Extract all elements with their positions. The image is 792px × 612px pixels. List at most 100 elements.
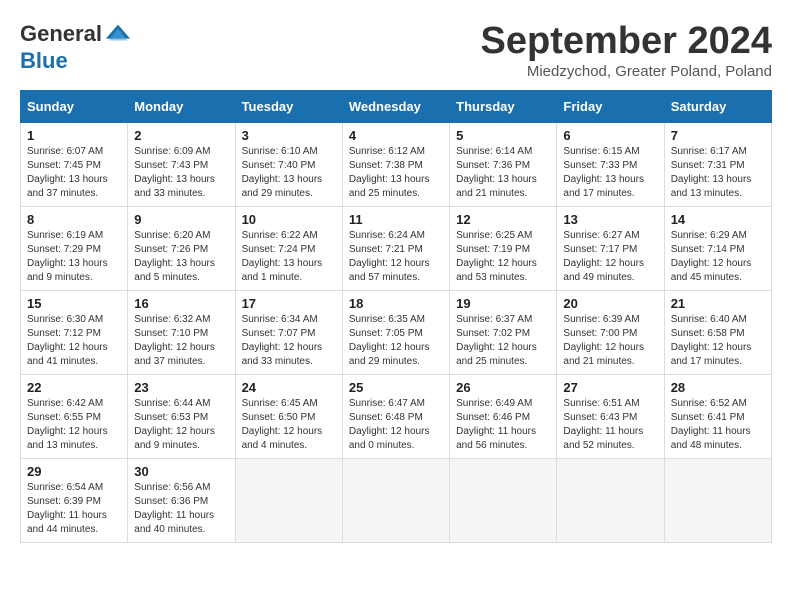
- logo-blue-text: Blue: [20, 48, 68, 73]
- calendar-day-8: 8Sunrise: 6:19 AM Sunset: 7:29 PM Daylig…: [21, 207, 128, 291]
- day-info: Sunrise: 6:12 AM Sunset: 7:38 PM Dayligh…: [349, 145, 443, 201]
- page-header: General Blue September 2024 Miedzychod, …: [20, 20, 772, 80]
- weekday-header-row: SundayMondayTuesdayWednesdayThursdayFrid…: [21, 91, 772, 123]
- calendar-day-26: 26 Sunrise: 6:49 AM Sunset: 6:46 PM Dayli…: [450, 375, 557, 459]
- calendar-week-4: 22 Sunrise: 6:42 AM Sunset: 6:55 PM Dayli…: [21, 375, 772, 459]
- day-number: 2: [134, 128, 228, 143]
- calendar-day-7: 7 Sunrise: 6:17 AM Sunset: 7:31 PM Daylig…: [664, 123, 771, 207]
- day-info: Sunrise: 6:34 AM Sunset: 7:07 PM Dayligh…: [242, 313, 336, 369]
- day-info: Sunrise: 6:25 AM Sunset: 7:19 PM Dayligh…: [456, 229, 550, 285]
- calendar-day-4: 4Sunrise: 6:12 AM Sunset: 7:38 PM Daylig…: [342, 123, 449, 207]
- day-number: 18: [349, 296, 443, 311]
- day-info: Sunrise: 6:10 AM Sunset: 7:40 PM Dayligh…: [242, 145, 336, 201]
- empty-cell: [342, 459, 449, 543]
- calendar-day-17: 17 Sunrise: 6:34 AM Sunset: 7:07 PM Dayli…: [235, 291, 342, 375]
- day-info: Sunrise: 6:44 AM Sunset: 6:53 PM Dayligh…: [134, 397, 228, 453]
- calendar-day-18: 18 Sunrise: 6:35 AM Sunset: 7:05 PM Dayli…: [342, 291, 449, 375]
- day-info: Sunrise: 6:51 AM Sunset: 6:43 PM Dayligh…: [563, 397, 657, 453]
- day-number: 16: [134, 296, 228, 311]
- calendar-week-2: 8Sunrise: 6:19 AM Sunset: 7:29 PM Daylig…: [21, 207, 772, 291]
- calendar-day-29: 29 Sunrise: 6:54 AM Sunset: 6:39 PM Dayli…: [21, 459, 128, 543]
- day-number: 7: [671, 128, 765, 143]
- day-number: 29: [27, 464, 121, 479]
- day-info: Sunrise: 6:45 AM Sunset: 6:50 PM Dayligh…: [242, 397, 336, 453]
- day-info: Sunrise: 6:19 AM Sunset: 7:29 PM Dayligh…: [27, 229, 121, 285]
- day-number: 26: [456, 380, 550, 395]
- calendar-day-13: 13Sunrise: 6:27 AM Sunset: 7:17 PM Dayli…: [557, 207, 664, 291]
- weekday-header-sunday: Sunday: [21, 91, 128, 123]
- day-info: Sunrise: 6:32 AM Sunset: 7:10 PM Dayligh…: [134, 313, 228, 369]
- day-number: 14: [671, 212, 765, 227]
- day-info: Sunrise: 6:39 AM Sunset: 7:00 PM Dayligh…: [563, 313, 657, 369]
- calendar-day-11: 11Sunrise: 6:24 AM Sunset: 7:21 PM Dayli…: [342, 207, 449, 291]
- day-number: 19: [456, 296, 550, 311]
- day-number: 12: [456, 212, 550, 227]
- day-info: Sunrise: 6:35 AM Sunset: 7:05 PM Dayligh…: [349, 313, 443, 369]
- day-number: 27: [563, 380, 657, 395]
- logo-general: General: [20, 21, 102, 47]
- calendar-day-28: 28 Sunrise: 6:52 AM Sunset: 6:41 PM Dayli…: [664, 375, 771, 459]
- day-info: Sunrise: 6:40 AM Sunset: 6:58 PM Dayligh…: [671, 313, 765, 369]
- weekday-header-saturday: Saturday: [664, 91, 771, 123]
- calendar-day-24: 24 Sunrise: 6:45 AM Sunset: 6:50 PM Dayli…: [235, 375, 342, 459]
- day-number: 10: [242, 212, 336, 227]
- day-info: Sunrise: 6:29 AM Sunset: 7:14 PM Dayligh…: [671, 229, 765, 285]
- day-info: Sunrise: 6:52 AM Sunset: 6:41 PM Dayligh…: [671, 397, 765, 453]
- empty-cell: [557, 459, 664, 543]
- day-info: Sunrise: 6:49 AM Sunset: 6:46 PM Dayligh…: [456, 397, 550, 453]
- calendar-day-27: 27 Sunrise: 6:51 AM Sunset: 6:43 PM Dayli…: [557, 375, 664, 459]
- calendar-day-20: 20 Sunrise: 6:39 AM Sunset: 7:00 PM Dayli…: [557, 291, 664, 375]
- day-number: 15: [27, 296, 121, 311]
- calendar-week-3: 15 Sunrise: 6:30 AM Sunset: 7:12 PM Dayli…: [21, 291, 772, 375]
- day-info: Sunrise: 6:54 AM Sunset: 6:39 PM Dayligh…: [27, 481, 121, 537]
- weekday-header-thursday: Thursday: [450, 91, 557, 123]
- day-info: Sunrise: 6:42 AM Sunset: 6:55 PM Dayligh…: [27, 397, 121, 453]
- calendar-week-1: 1Sunrise: 6:07 AM Sunset: 7:45 PM Daylig…: [21, 123, 772, 207]
- day-number: 24: [242, 380, 336, 395]
- day-info: Sunrise: 6:30 AM Sunset: 7:12 PM Dayligh…: [27, 313, 121, 369]
- day-info: Sunrise: 6:20 AM Sunset: 7:26 PM Dayligh…: [134, 229, 228, 285]
- calendar-day-21: 21Sunrise: 6:40 AM Sunset: 6:58 PM Dayli…: [664, 291, 771, 375]
- calendar-day-3: 3Sunrise: 6:10 AM Sunset: 7:40 PM Daylig…: [235, 123, 342, 207]
- day-number: 13: [563, 212, 657, 227]
- day-number: 20: [563, 296, 657, 311]
- day-info: Sunrise: 6:37 AM Sunset: 7:02 PM Dayligh…: [456, 313, 550, 369]
- weekday-header-tuesday: Tuesday: [235, 91, 342, 123]
- calendar-day-25: 25 Sunrise: 6:47 AM Sunset: 6:48 PM Dayli…: [342, 375, 449, 459]
- empty-cell: [664, 459, 771, 543]
- title-block: September 2024 Miedzychod, Greater Polan…: [481, 20, 773, 80]
- calendar-day-19: 19 Sunrise: 6:37 AM Sunset: 7:02 PM Dayli…: [450, 291, 557, 375]
- day-info: Sunrise: 6:15 AM Sunset: 7:33 PM Dayligh…: [563, 145, 657, 201]
- day-info: Sunrise: 6:56 AM Sunset: 6:36 PM Dayligh…: [134, 481, 228, 537]
- day-info: Sunrise: 6:09 AM Sunset: 7:43 PM Dayligh…: [134, 145, 228, 201]
- calendar-week-5: 29 Sunrise: 6:54 AM Sunset: 6:39 PM Dayli…: [21, 459, 772, 543]
- day-number: 28: [671, 380, 765, 395]
- day-info: Sunrise: 6:24 AM Sunset: 7:21 PM Dayligh…: [349, 229, 443, 285]
- day-number: 1: [27, 128, 121, 143]
- calendar-day-5: 5Sunrise: 6:14 AM Sunset: 7:36 PM Daylig…: [450, 123, 557, 207]
- day-number: 6: [563, 128, 657, 143]
- calendar-day-15: 15 Sunrise: 6:30 AM Sunset: 7:12 PM Dayli…: [21, 291, 128, 375]
- calendar-day-6: 6 Sunrise: 6:15 AM Sunset: 7:33 PM Daylig…: [557, 123, 664, 207]
- calendar-day-1: 1Sunrise: 6:07 AM Sunset: 7:45 PM Daylig…: [21, 123, 128, 207]
- calendar-day-9: 9Sunrise: 6:20 AM Sunset: 7:26 PM Daylig…: [128, 207, 235, 291]
- day-info: Sunrise: 6:47 AM Sunset: 6:48 PM Dayligh…: [349, 397, 443, 453]
- day-number: 30: [134, 464, 228, 479]
- day-number: 23: [134, 380, 228, 395]
- calendar-day-16: 16 Sunrise: 6:32 AM Sunset: 7:10 PM Dayli…: [128, 291, 235, 375]
- empty-cell: [235, 459, 342, 543]
- logo: General Blue: [20, 20, 132, 74]
- logo-icon: [104, 20, 132, 48]
- calendar-day-23: 23 Sunrise: 6:44 AM Sunset: 6:53 PM Dayli…: [128, 375, 235, 459]
- day-number: 25: [349, 380, 443, 395]
- weekday-header-monday: Monday: [128, 91, 235, 123]
- calendar-day-10: 10 Sunrise: 6:22 AM Sunset: 7:24 PM Dayli…: [235, 207, 342, 291]
- day-info: Sunrise: 6:22 AM Sunset: 7:24 PM Dayligh…: [242, 229, 336, 285]
- calendar-day-30: 30 Sunrise: 6:56 AM Sunset: 6:36 PM Dayli…: [128, 459, 235, 543]
- day-info: Sunrise: 6:17 AM Sunset: 7:31 PM Dayligh…: [671, 145, 765, 201]
- day-number: 22: [27, 380, 121, 395]
- calendar-day-12: 12 Sunrise: 6:25 AM Sunset: 7:19 PM Dayli…: [450, 207, 557, 291]
- calendar-day-14: 14 Sunrise: 6:29 AM Sunset: 7:14 PM Dayli…: [664, 207, 771, 291]
- weekday-header-wednesday: Wednesday: [342, 91, 449, 123]
- day-number: 17: [242, 296, 336, 311]
